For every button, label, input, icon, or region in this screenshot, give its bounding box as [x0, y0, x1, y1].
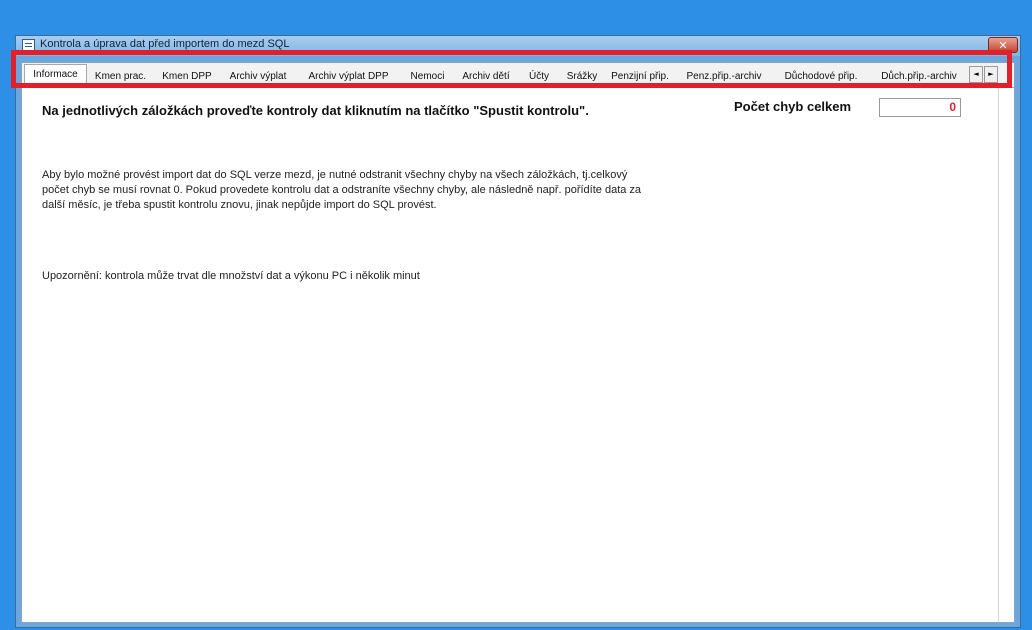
form-body: Informace Kmen prac. Kmen DPP Archiv výp…	[21, 62, 1015, 623]
tab-nemoci[interactable]: Nemoci	[402, 66, 453, 86]
close-button[interactable]: ✕	[988, 37, 1018, 53]
title-bar[interactable]: Kontrola a úprava dat před importem do m…	[16, 36, 1020, 56]
vertical-divider	[998, 88, 999, 622]
tab-penzijni-prip[interactable]: Penzijní přip.	[605, 66, 675, 86]
tab-ucty[interactable]: Účty	[519, 66, 559, 86]
tab-informace[interactable]: Informace	[24, 64, 87, 87]
error-count-field: 0	[879, 98, 961, 117]
import-instructions-text: Aby bylo možné provést import dat do SQL…	[42, 169, 642, 211]
warning-text: Upozornění: kontrola může trvat dle množ…	[42, 270, 420, 282]
application-window: Kontrola a úprava dat před importem do m…	[15, 35, 1021, 628]
window-title: Kontrola a úprava dat před importem do m…	[40, 38, 290, 50]
tab-kmen-dpp[interactable]: Kmen DPP	[154, 66, 220, 86]
tab-archiv-vyplat[interactable]: Archiv výplat	[221, 66, 295, 86]
tab-scroll-left-button[interactable]: ◄	[969, 66, 983, 83]
tab-duchodove-prip[interactable]: Důchodové přip.	[773, 66, 869, 86]
tab-scroll-right-button[interactable]: ►	[984, 66, 998, 83]
instruction-heading: Na jednotlivých záložkách proveďte kontr…	[42, 103, 589, 118]
tab-srazky[interactable]: Srážky	[560, 66, 604, 86]
tab-archiv-deti[interactable]: Archiv dětí	[454, 66, 518, 86]
form-icon	[22, 39, 35, 51]
tab-penz-prip-archiv[interactable]: Penz.přip.-archiv	[676, 66, 772, 86]
tab-strip: Informace Kmen prac. Kmen DPP Archiv výp…	[22, 63, 1014, 88]
error-count-label: Počet chyb celkem	[734, 99, 852, 114]
tab-archiv-vyplat-dpp[interactable]: Archiv výplat DPP	[296, 66, 401, 86]
tab-kmen-prac[interactable]: Kmen prac.	[88, 66, 153, 86]
tab-duch-prip-archiv[interactable]: Důch.přip.-archiv	[870, 66, 968, 86]
